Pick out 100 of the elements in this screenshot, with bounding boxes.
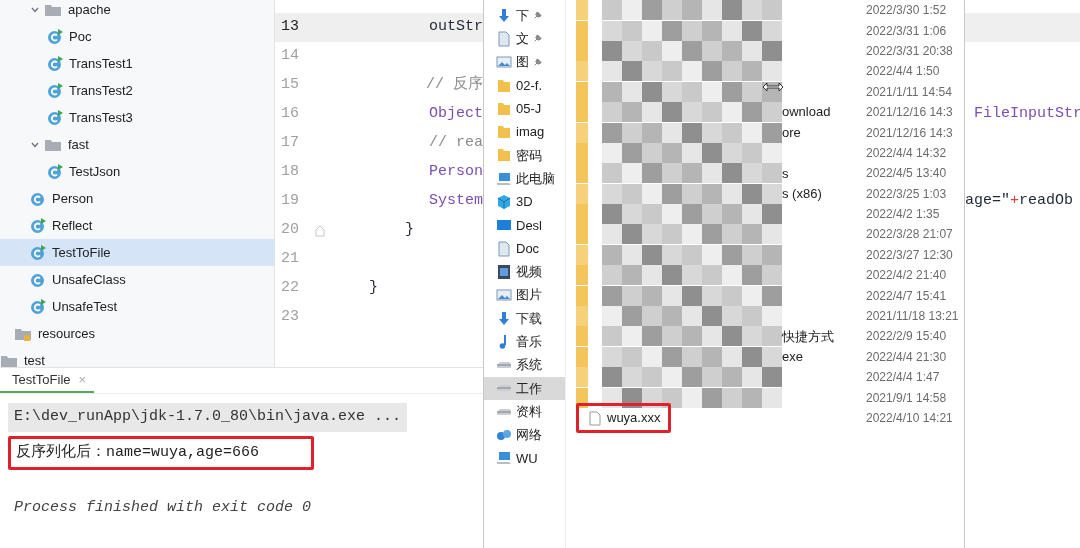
nav-item[interactable]: 视频	[484, 260, 565, 284]
runnable-class-icon	[47, 109, 63, 126]
modified-date: 2021/1/11 14:54	[866, 83, 953, 101]
tree-item[interactable]: TransTest1	[0, 50, 274, 77]
nav-item[interactable]: 05-J	[484, 97, 565, 121]
modified-date: 2022/4/7 15:41	[866, 287, 948, 305]
nav-item[interactable]: 3D	[484, 190, 565, 214]
tree-item[interactable]: fast	[0, 131, 274, 158]
console-output: 反序列化后：name=wuya,age=666	[8, 435, 315, 470]
nav-item[interactable]: 文	[484, 27, 565, 51]
code-line: }	[368, 278, 378, 299]
nav-item[interactable]: imag	[484, 120, 565, 144]
run-tab[interactable]: TestToFile ×	[0, 368, 95, 393]
code-line: }	[404, 220, 414, 241]
tree-item[interactable]: apache	[0, 0, 274, 23]
nav-item[interactable]: WU	[484, 446, 565, 470]
nav-item[interactable]: 下载	[484, 306, 565, 331]
resize-cursor-icon	[762, 82, 784, 92]
modified-date: 2021/9/1 14:58	[866, 389, 948, 407]
file-name[interactable]: ownload	[782, 102, 831, 122]
nav-item[interactable]: 系统	[484, 353, 565, 377]
modified-date: 2022/4/5 13:40	[866, 165, 948, 183]
code-line: FileInputStr	[973, 104, 1080, 125]
line-number: 20	[280, 220, 300, 241]
file-name[interactable]: s (x86)	[782, 183, 822, 204]
code-line: Person	[428, 162, 483, 183]
tree-item[interactable]: Person	[0, 185, 274, 212]
file-name[interactable]: exe	[782, 347, 803, 367]
file-entry[interactable]: wuya.xxx	[576, 403, 672, 433]
code-line: // 反序	[425, 74, 483, 96]
file-name[interactable]: ore	[782, 122, 801, 143]
cube-icon	[496, 194, 512, 210]
nav-item[interactable]: 图片	[484, 283, 565, 307]
code-line: System	[428, 191, 483, 212]
nav-item[interactable]: 工作	[484, 376, 565, 401]
modified-date: 2022/3/31 20:38	[866, 42, 954, 60]
computer-icon	[496, 450, 512, 467]
folder-icon	[496, 100, 512, 117]
folder-icon	[496, 124, 512, 141]
nav-item[interactable]: 资料	[484, 400, 565, 424]
tree-item[interactable]: UnsafeClass	[0, 266, 274, 293]
modified-date: 2022/4/4 14:32	[866, 144, 948, 162]
folder-icon	[0, 353, 18, 367]
folder-icon	[496, 147, 512, 164]
nav-item[interactable]: 网络	[484, 423, 565, 447]
picture-icon	[496, 287, 512, 304]
modified-date: 2022/3/28 21:07	[866, 226, 954, 244]
nav-item[interactable]: 图	[484, 50, 565, 74]
fold-marker-icon[interactable]	[315, 224, 325, 237]
nav-item[interactable]: Doc	[484, 236, 565, 261]
file-name[interactable]: s	[782, 163, 789, 184]
down-arrow-icon	[496, 7, 512, 24]
runnable-class-icon	[30, 244, 46, 261]
line-number: 16	[280, 104, 300, 125]
line-number: 21	[280, 249, 300, 270]
tree-item[interactable]: resources	[0, 320, 274, 347]
modified-date: 2022/4/4 21:30	[866, 348, 948, 366]
line-number: 13	[280, 17, 300, 38]
nav-item[interactable]: 此电脑	[484, 167, 565, 191]
drive-icon	[496, 384, 512, 393]
nav-item[interactable]: 密码	[484, 143, 565, 168]
nav-item[interactable]: 下	[484, 4, 565, 28]
document-icon	[496, 30, 512, 47]
modified-date: 2022/4/2 1:35	[866, 206, 941, 224]
drive-icon	[496, 361, 512, 370]
modified-date: 2021/12/16 14:3	[866, 104, 954, 122]
tree-item[interactable]: Reflect	[0, 212, 274, 239]
line-number: 19	[280, 191, 300, 212]
line-number: 17	[280, 133, 300, 154]
tree-item[interactable]: TestToFile	[0, 239, 274, 266]
code-line: outStr	[428, 17, 483, 38]
runnable-class-icon	[47, 82, 63, 99]
tree-item[interactable]: test	[0, 347, 274, 367]
line-number: 23	[280, 307, 300, 328]
film-icon	[496, 263, 512, 280]
runnable-class-icon	[30, 298, 46, 315]
modified-date: 2022/3/27 12:30	[866, 246, 954, 264]
resources-folder-icon	[14, 326, 32, 341]
nav-item[interactable]: 音乐	[484, 330, 565, 354]
line-number: 18	[280, 162, 300, 183]
nav-item[interactable]: Desl	[484, 213, 565, 237]
modified-date: 2022/4/2 21:40	[866, 267, 948, 285]
runnable-class-icon	[47, 163, 63, 180]
code-line: Object	[428, 104, 483, 125]
modified-date: 2022/4/4 1:47	[866, 369, 941, 387]
tree-item[interactable]: UnsafeTest	[0, 293, 274, 320]
modified-date: 2022/2/9 15:40	[866, 328, 948, 346]
exit-status-text: Process finished with exit code 0	[13, 498, 313, 518]
pin-icon	[533, 34, 542, 44]
tree-item[interactable]: TestJson	[0, 158, 274, 185]
tree-item[interactable]: TransTest3	[0, 104, 274, 131]
code-line: // rea	[428, 133, 483, 154]
modified-date: 2022/3/25 1:03	[866, 185, 948, 203]
pin-icon	[533, 11, 542, 21]
file-name[interactable]: 快捷方式	[782, 326, 834, 347]
tree-item[interactable]: Poc	[0, 23, 274, 50]
nav-item[interactable]: 02-f.	[484, 73, 565, 98]
line-number: 22	[280, 278, 300, 299]
down-arrow-icon	[496, 310, 512, 327]
tree-item[interactable]: TransTest2	[0, 77, 274, 104]
